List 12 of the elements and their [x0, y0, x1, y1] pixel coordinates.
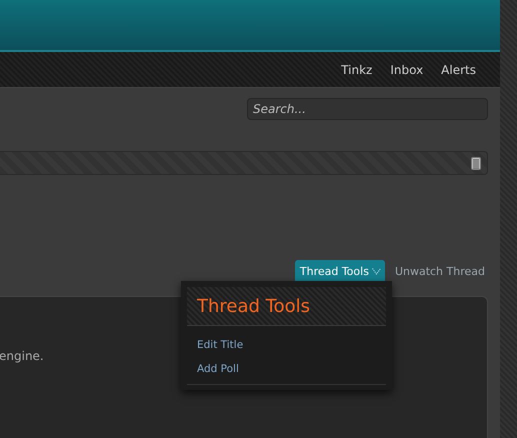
thread-tools-button[interactable]: Thread Tools — [294, 260, 385, 282]
post-text: engine. — [0, 349, 44, 363]
list-icon[interactable] — [471, 156, 481, 170]
menu-item[interactable]: Add Poll — [187, 357, 386, 381]
nav-link[interactable]: Inbox — [381, 63, 432, 77]
search-field[interactable]: Search... — [247, 98, 488, 120]
unwatch-thread-link[interactable]: Unwatch Thread — [394, 264, 485, 278]
menu-item[interactable]: Edit Title — [187, 333, 386, 357]
caret-icon — [372, 268, 381, 274]
nav-link[interactable]: Alerts — [432, 63, 485, 77]
menu-title: Thread Tools — [187, 287, 386, 326]
nav-link[interactable]: Tinkz — [332, 63, 382, 77]
